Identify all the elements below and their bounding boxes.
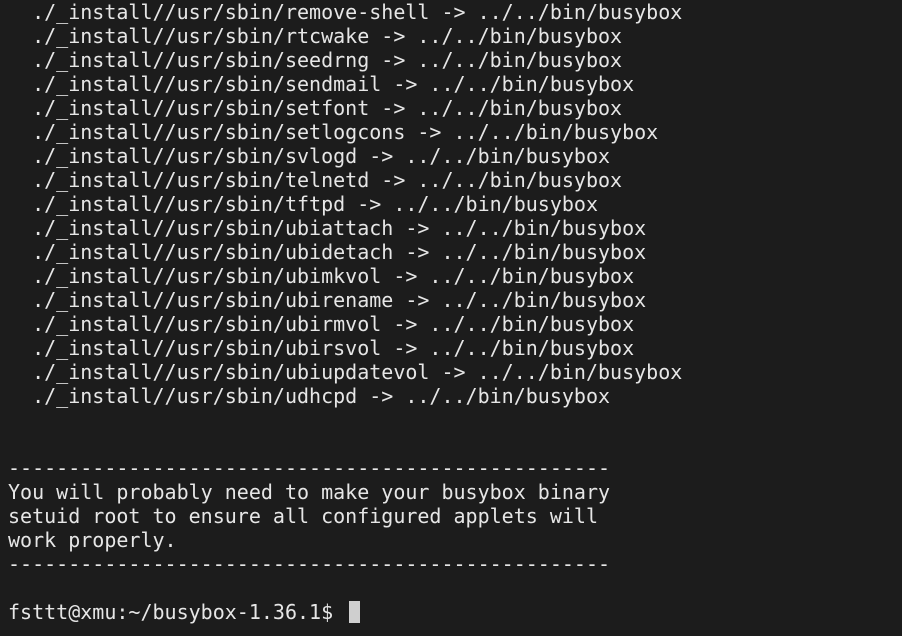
output-line: ./_install//usr/sbin/sendmail -> ../../b… bbox=[8, 72, 635, 96]
output-line: ./_install//usr/sbin/ubimkvol -> ../../b… bbox=[8, 264, 635, 288]
output-line: ./_install//usr/sbin/seedrng -> ../../bi… bbox=[8, 48, 623, 72]
shell-prompt: fsttt@xmu:~/busybox-1.36.1$ bbox=[8, 600, 346, 624]
separator-line: ----------------------------------------… bbox=[8, 552, 611, 576]
install-output: ./_install//usr/sbin/remove-shell -> ../… bbox=[8, 0, 902, 408]
output-line: ./_install//usr/sbin/tftpd -> ../../bin/… bbox=[8, 192, 599, 216]
output-line: ./_install//usr/sbin/ubiupdatevol -> ../… bbox=[8, 360, 683, 384]
output-line: ./_install//usr/sbin/ubidetach -> ../../… bbox=[8, 240, 647, 264]
output-line: ./_install//usr/sbin/telnetd -> ../../bi… bbox=[8, 168, 623, 192]
message-line: work properly. bbox=[8, 528, 177, 552]
text-cursor[interactable] bbox=[349, 601, 361, 623]
output-line: ./_install//usr/sbin/ubirename -> ../../… bbox=[8, 288, 647, 312]
output-line: ./_install//usr/sbin/ubirmvol -> ../../b… bbox=[8, 312, 635, 336]
setuid-message: You will probably need to make your busy… bbox=[8, 480, 902, 552]
output-line: ./_install//usr/sbin/remove-shell -> ../… bbox=[8, 0, 683, 24]
output-line: ./_install//usr/sbin/ubiattach -> ../../… bbox=[8, 216, 647, 240]
terminal-window[interactable]: ./_install//usr/sbin/remove-shell -> ../… bbox=[0, 0, 902, 636]
output-line: ./_install//usr/sbin/ubirsvol -> ../../b… bbox=[8, 336, 635, 360]
output-line: ./_install//usr/sbin/udhcpd -> ../../bin… bbox=[8, 384, 611, 408]
message-line: setuid root to ensure all configured app… bbox=[8, 504, 599, 528]
command-prompt-row[interactable]: fsttt@xmu:~/busybox-1.36.1$ bbox=[8, 600, 902, 624]
separator-line: ----------------------------------------… bbox=[8, 456, 611, 480]
output-line: ./_install//usr/sbin/setlogcons -> ../..… bbox=[8, 120, 659, 144]
output-line: ./_install//usr/sbin/rtcwake -> ../../bi… bbox=[8, 24, 623, 48]
output-line: ./_install//usr/sbin/setfont -> ../../bi… bbox=[8, 96, 623, 120]
message-line: You will probably need to make your busy… bbox=[8, 480, 611, 504]
output-line: ./_install//usr/sbin/svlogd -> ../../bin… bbox=[8, 144, 611, 168]
